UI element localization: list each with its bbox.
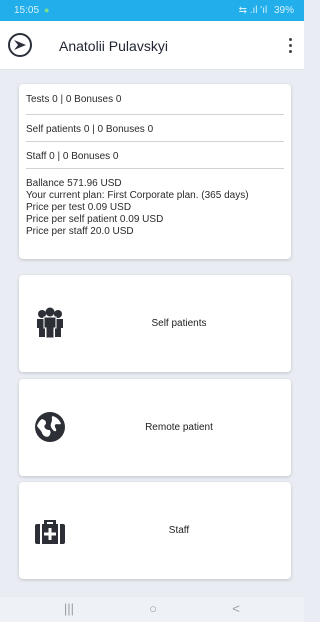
app-bar: Anatolii Pulavskyi (0, 21, 304, 70)
status-bar: 15:05 ● ⇆ .ıl 'ıl 39% (0, 0, 304, 21)
price-per-staff: Price per staff 20.0 USD (26, 226, 134, 237)
status-indicators: ⇆ .ıl 'ıl 39% (235, 5, 294, 16)
medical-kit-icon (33, 513, 67, 547)
remote-patient-label: Remote patient (145, 422, 213, 433)
price-per-self-patient: Price per self patient 0.09 USD (26, 214, 164, 225)
self-patients-label: Self patients (151, 318, 207, 329)
price-per-test: Price per test 0.09 USD (26, 202, 132, 213)
current-plan-text: Your current plan: First Corporate plan.… (26, 190, 249, 201)
recents-button[interactable]: ||| (59, 601, 79, 619)
plan-details: Ballance 571.96 USD Your current plan: F… (26, 169, 284, 238)
more-vert-icon[interactable] (288, 38, 294, 54)
app-logo-icon[interactable] (8, 33, 32, 57)
status-time: 15:05 (14, 5, 40, 16)
account-summary-card: Tests 0 | 0 Bonuses 0 Self patients 0 | … (19, 84, 291, 259)
tests-summary: Tests 0 | 0 Bonuses 0 (26, 84, 284, 115)
system-nav-bar: ||| ○ < (0, 597, 304, 622)
page-title: Anatolii Pulavskyi (59, 38, 168, 54)
staff-label: Staff (168, 525, 190, 536)
balance-text: Ballance 571.96 USD (26, 178, 122, 189)
globe-icon (33, 410, 67, 444)
home-button[interactable]: ○ (143, 601, 163, 619)
back-button[interactable]: < (226, 601, 246, 619)
self-patients-summary: Self patients 0 | 0 Bonuses 0 (26, 115, 284, 142)
remote-patient-button[interactable]: Remote patient (19, 379, 291, 476)
staff-button[interactable]: Staff (19, 482, 291, 579)
battery-level: 39% (273, 5, 294, 16)
android-icon: ● (44, 5, 50, 15)
signal-icon: ⇆ .ıl 'ıl (238, 5, 268, 16)
self-patients-button[interactable]: Self patients (19, 275, 291, 372)
staff-summary: Staff 0 | 0 Bonuses 0 (26, 142, 284, 169)
group-icon (33, 306, 67, 340)
